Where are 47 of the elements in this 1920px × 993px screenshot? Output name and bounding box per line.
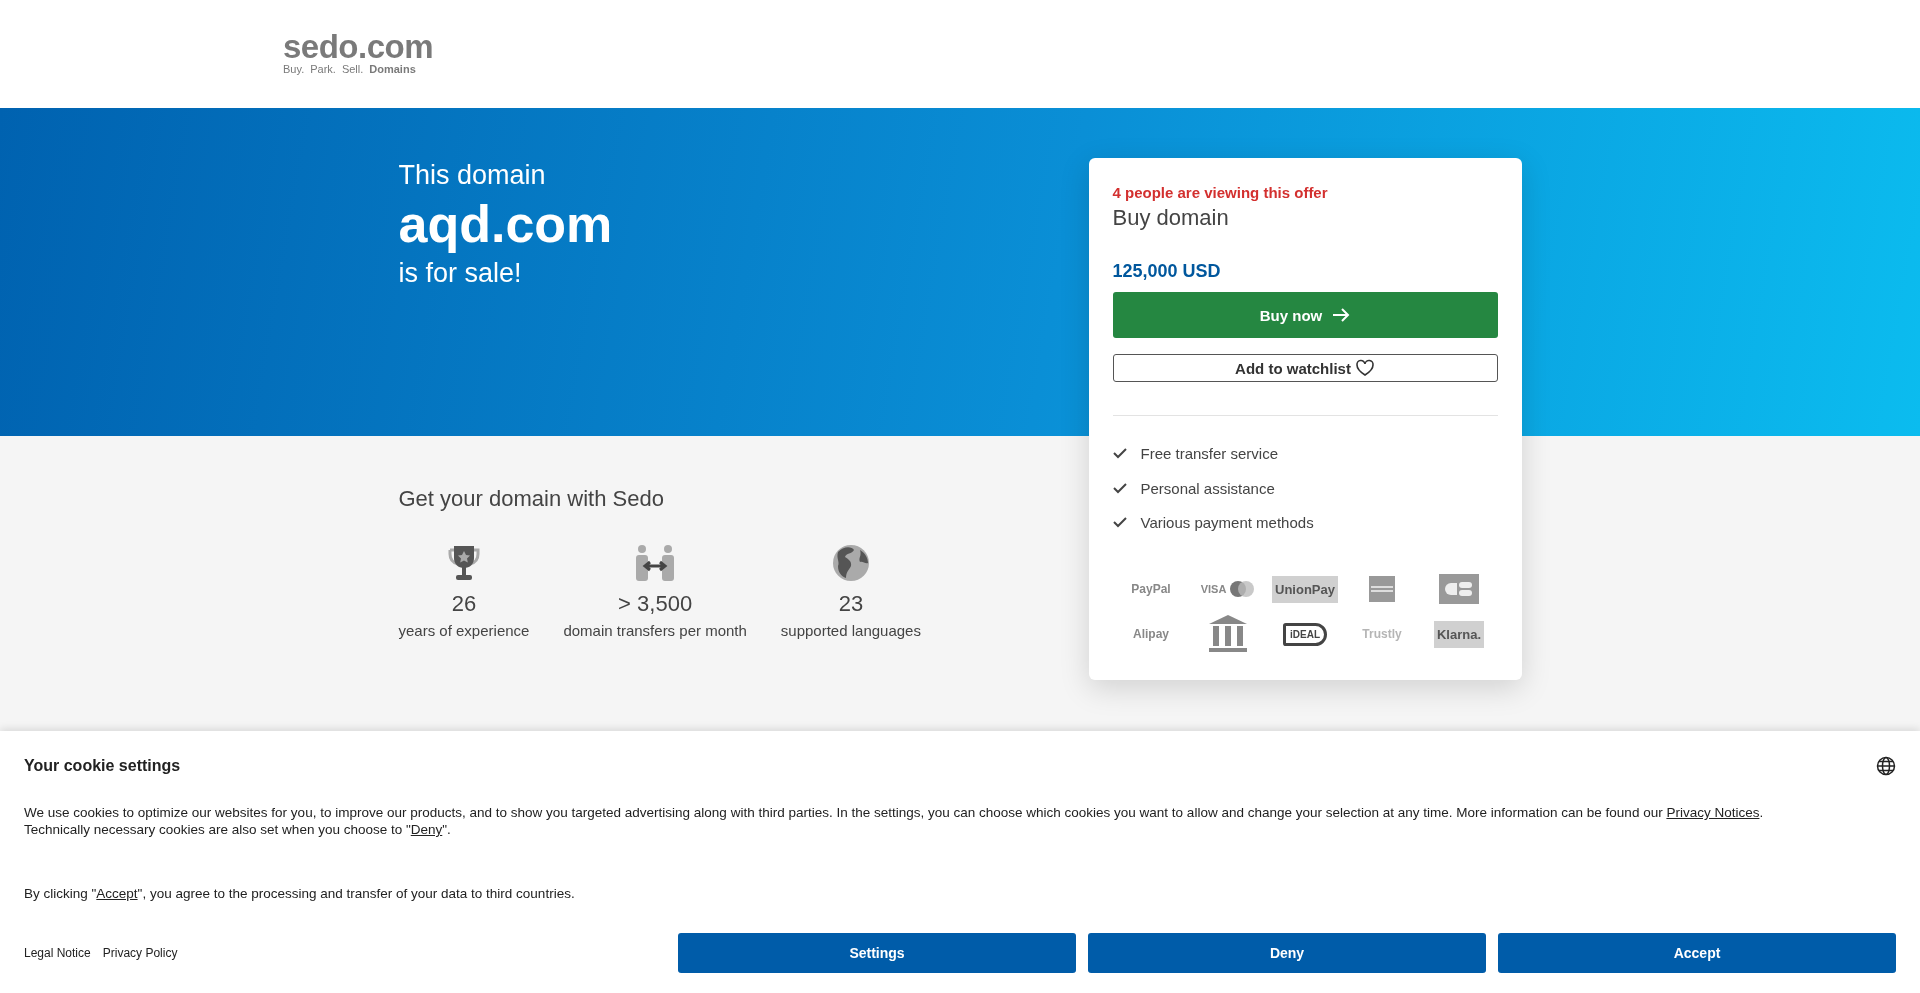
stat-value: 26 [451, 590, 477, 618]
globe-icon [831, 544, 870, 582]
check-icon [1112, 448, 1127, 459]
arrow-right-icon [1332, 308, 1351, 323]
inline-link[interactable]: Accept [96, 886, 138, 901]
card-logo-icon [1439, 574, 1479, 604]
feature-text: Free transfer service [1140, 445, 1279, 462]
feature-text: Various payment methods [1140, 514, 1314, 532]
domain-name: aqd.com [398, 194, 614, 254]
stat-label: years of experience [398, 622, 530, 639]
payment-logo: iDEAL [1283, 622, 1327, 646]
cookie-text: We use cookies to optimize our websites for you, to improve our products, and to show you targeted advertising along with third parties. In the settings, you can choose which cookies you want to allow and change your selection at any time. More information can be found our Privacy Notices. Technically necessary cookies are also set when you choose to "Deny". [24, 804, 1765, 838]
buy-now-button[interactable]: Buy now [1112, 292, 1498, 339]
heart-icon [1354, 359, 1375, 378]
payment-logo: Alipay [1133, 627, 1169, 641]
cookie-button[interactable]: Deny [1088, 933, 1486, 973]
stat-value: 23 [838, 590, 864, 618]
stat-value: > 3,500 [618, 590, 693, 618]
card-title: Buy domain [1112, 205, 1230, 231]
section-heading: Get your domain with Sedo [398, 486, 665, 512]
stat-label: supported languages [780, 622, 921, 639]
check-icon [1112, 482, 1127, 494]
card-logo-icon [1369, 576, 1395, 602]
consent-text: By clicking "Accept", you agree to the processing and transfer of your data to third countries. [24, 886, 576, 901]
banner-title: Your cookie settings [24, 757, 181, 775]
payment-logo: PayPal [1131, 582, 1171, 596]
price: 125,000 USD [1112, 261, 1222, 282]
feature-text: Personal assistance [1140, 479, 1275, 497]
stat-label: domain transfers per month [563, 622, 747, 639]
footer-link[interactable]: Legal Notice [24, 946, 91, 960]
inline-link[interactable]: Deny [410, 822, 443, 837]
hero-intro: This domain [398, 159, 547, 192]
hero-subtitle: is for sale! [398, 257, 523, 290]
footer-link[interactable]: Privacy Policy [102, 946, 178, 960]
payment-logo: VISA [1200, 580, 1256, 598]
viewers-notice: 4 people are viewing this offer [1112, 184, 1329, 201]
bank-icon [1207, 614, 1249, 654]
people-transfer-icon [634, 544, 677, 582]
cookie-button[interactable]: Settings [678, 933, 1076, 973]
payment-logo: Klarna. [1433, 620, 1485, 648]
check-icon [1112, 517, 1127, 529]
watchlist-button[interactable]: Add to watchlist [1112, 354, 1498, 383]
cookie-button[interactable]: Accept [1498, 933, 1896, 973]
site-logo[interactable]: sedo.com Buy. Park. Sell. Domains [283, 32, 434, 76]
payment-logo: UnionPay [1272, 575, 1338, 603]
globe-icon[interactable] [1876, 756, 1896, 776]
payment-logo: Trustly [1362, 627, 1402, 641]
